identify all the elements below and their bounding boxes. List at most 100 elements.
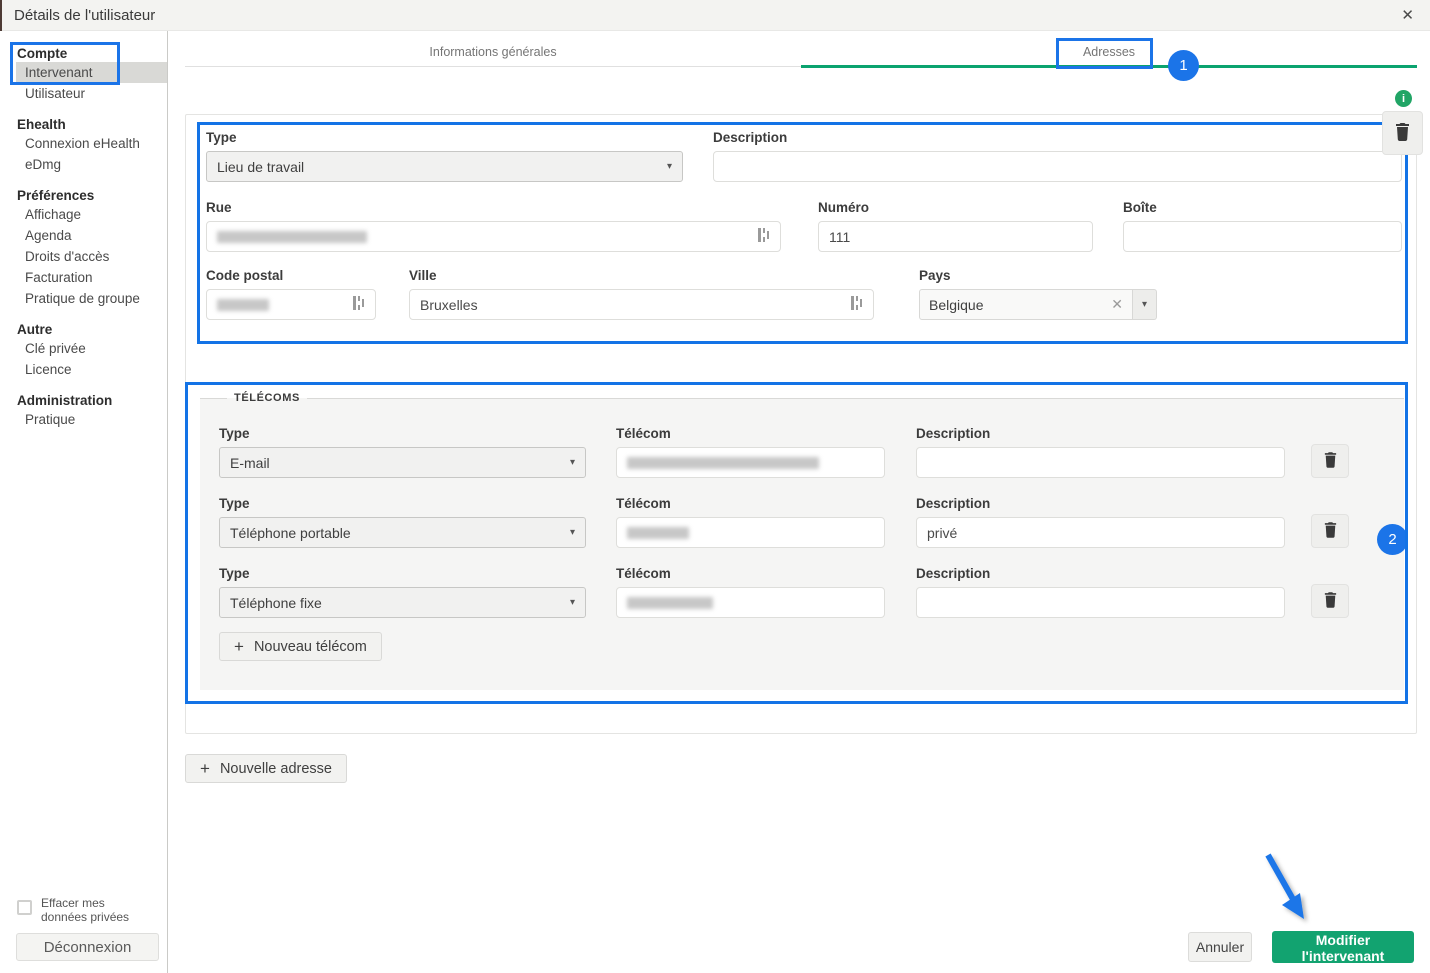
sidebar-header-administration: Administration bbox=[0, 392, 167, 409]
chevron-down-icon: ▾ bbox=[570, 527, 575, 538]
redacted-landline-value bbox=[627, 597, 713, 609]
sidebar-item-droits-acces[interactable]: Droits d'accès bbox=[0, 246, 167, 267]
tab-informations-generales[interactable]: Informations générales bbox=[185, 38, 801, 66]
postal-code-field[interactable] bbox=[206, 289, 376, 320]
telecom-description-label: Description bbox=[916, 496, 1285, 512]
sidebar-section-administration: Administration Pratique bbox=[0, 392, 167, 430]
sidebar-item-licence[interactable]: Licence bbox=[0, 359, 167, 380]
number-field[interactable] bbox=[818, 221, 1093, 252]
telecom-description-field[interactable] bbox=[916, 517, 1285, 548]
sidebar-item-intervenant[interactable]: Intervenant bbox=[0, 62, 167, 83]
delete-telecom-button[interactable] bbox=[1311, 444, 1349, 478]
address-lookup-icon[interactable] bbox=[758, 227, 770, 246]
telecom-description-input[interactable] bbox=[927, 455, 1274, 471]
telecom-value-field[interactable] bbox=[616, 587, 885, 618]
telecom-row: Type Téléphone portable ▾ Télécom Des bbox=[219, 496, 1385, 548]
new-telecom-label: Nouveau télécom bbox=[254, 639, 367, 655]
close-icon[interactable]: ✕ bbox=[1401, 6, 1414, 24]
sidebar-item-utilisateur[interactable]: Utilisateur bbox=[0, 83, 167, 104]
sidebar-item-cle-privee[interactable]: Clé privée bbox=[0, 338, 167, 359]
sidebar-item-facturation[interactable]: Facturation bbox=[0, 267, 167, 288]
address-card: Type Lieu de travail ▾ Description Rue bbox=[185, 114, 1417, 734]
sidebar-header-compte: Compte bbox=[0, 45, 167, 62]
address-description-field[interactable] bbox=[713, 151, 1402, 182]
telecom-type-select-email[interactable]: E-mail ▾ bbox=[219, 447, 586, 478]
telecom-row: Type Téléphone fixe ▾ Télécom Descrip bbox=[219, 566, 1385, 618]
address-type-select[interactable]: Lieu de travail ▾ bbox=[206, 151, 683, 182]
address-type-label: Type bbox=[206, 130, 683, 146]
settings-sidebar: Compte Intervenant Utilisateur Ehealth C… bbox=[0, 31, 168, 973]
telecom-value-label: Télécom bbox=[616, 566, 885, 582]
sidebar-section-compte: Compte Intervenant Utilisateur bbox=[0, 45, 167, 104]
box-input[interactable] bbox=[1134, 229, 1391, 245]
city-label: Ville bbox=[409, 268, 874, 284]
city-field[interactable] bbox=[409, 289, 874, 320]
sidebar-footer: Effacer mes données privées Déconnexion bbox=[0, 896, 167, 961]
sidebar-item-edmg[interactable]: eDmg bbox=[0, 154, 167, 175]
telecom-row: Type E-mail ▾ Télécom Description bbox=[219, 426, 1385, 478]
telecoms-section: TÉLÉCOMS Type E-mail ▾ Télécom bbox=[200, 392, 1404, 690]
annotation-badge-1: 1 bbox=[1168, 50, 1199, 81]
sidebar-section-preferences: Préférences Affichage Agenda Droits d'ac… bbox=[0, 187, 167, 309]
street-field[interactable] bbox=[206, 221, 781, 252]
address-description-input[interactable] bbox=[724, 159, 1391, 175]
sidebar-item-connexion-ehealth[interactable]: Connexion eHealth bbox=[0, 133, 167, 154]
delete-address-button[interactable] bbox=[1382, 111, 1423, 155]
new-telecom-button[interactable]: + Nouveau télécom bbox=[219, 632, 382, 661]
telecom-description-label: Description bbox=[916, 566, 1285, 582]
redacted-postal-code-value bbox=[217, 299, 269, 311]
telecom-description-input[interactable] bbox=[927, 525, 1274, 541]
telecom-type-value: Téléphone portable bbox=[230, 525, 351, 541]
delete-telecom-button[interactable] bbox=[1311, 584, 1349, 618]
trash-icon bbox=[1395, 123, 1410, 144]
cancel-button[interactable]: Annuler bbox=[1188, 932, 1252, 962]
telecom-value-label: Télécom bbox=[616, 426, 885, 442]
sidebar-header-ehealth: Ehealth bbox=[0, 116, 167, 133]
sidebar-header-autre: Autre bbox=[0, 321, 167, 338]
sidebar-item-affichage[interactable]: Affichage bbox=[0, 204, 167, 225]
dialog-titlebar: Détails de l'utilisateur ✕ bbox=[0, 0, 1430, 31]
delete-telecom-button[interactable] bbox=[1311, 514, 1349, 548]
clear-icon[interactable]: ✕ bbox=[1111, 296, 1123, 313]
window-edge-strip bbox=[0, 0, 2, 31]
sidebar-item-agenda[interactable]: Agenda bbox=[0, 225, 167, 246]
country-value: Belgique bbox=[929, 297, 1111, 313]
user-details-dialog: Détails de l'utilisateur ✕ Compte Interv… bbox=[0, 0, 1430, 973]
sidebar-section-autre: Autre Clé privée Licence bbox=[0, 321, 167, 380]
logout-button[interactable]: Déconnexion bbox=[16, 933, 159, 961]
telecom-type-label: Type bbox=[219, 496, 586, 512]
telecom-value-field[interactable] bbox=[616, 447, 885, 478]
telecom-type-label: Type bbox=[219, 566, 586, 582]
telecom-type-select-landline[interactable]: Téléphone fixe ▾ bbox=[219, 587, 586, 618]
info-icon[interactable]: i bbox=[1395, 90, 1412, 107]
country-dropdown-button[interactable]: ▾ bbox=[1133, 289, 1157, 320]
trash-icon bbox=[1324, 592, 1337, 611]
clear-private-data-label: Effacer mes données privées bbox=[41, 896, 153, 924]
telecom-type-select-mobile[interactable]: Téléphone portable ▾ bbox=[219, 517, 586, 548]
telecom-description-field[interactable] bbox=[916, 447, 1285, 478]
tab-bar: Informations générales Adresses bbox=[185, 38, 1417, 67]
sidebar-item-pratique-de-groupe[interactable]: Pratique de groupe bbox=[0, 288, 167, 309]
chevron-down-icon: ▾ bbox=[1142, 299, 1147, 310]
telecom-description-field[interactable] bbox=[916, 587, 1285, 618]
modify-intervenant-button[interactable]: Modifier l'intervenant bbox=[1272, 931, 1414, 963]
main-content: Informations générales Adresses 1 i Type… bbox=[168, 31, 1430, 973]
new-address-button[interactable]: + Nouvelle adresse bbox=[185, 754, 347, 783]
chevron-down-icon: ▾ bbox=[570, 597, 575, 608]
tab-adresses[interactable]: Adresses bbox=[801, 38, 1417, 66]
sidebar-item-pratique[interactable]: Pratique bbox=[0, 409, 167, 430]
number-input[interactable] bbox=[829, 229, 1082, 245]
telecom-value-field[interactable] bbox=[616, 517, 885, 548]
telecom-description-input[interactable] bbox=[927, 595, 1274, 611]
country-field[interactable]: Belgique ✕ bbox=[919, 289, 1133, 320]
annotation-arrow bbox=[1256, 849, 1326, 939]
box-field[interactable] bbox=[1123, 221, 1402, 252]
chevron-down-icon: ▾ bbox=[667, 161, 672, 172]
trash-icon bbox=[1324, 452, 1337, 471]
city-input[interactable] bbox=[420, 297, 851, 313]
telecom-description-label: Description bbox=[916, 426, 1285, 442]
country-combo: Belgique ✕ ▾ bbox=[919, 289, 1157, 320]
postal-lookup-icon[interactable] bbox=[353, 295, 365, 314]
clear-private-data-checkbox[interactable] bbox=[17, 900, 32, 915]
city-lookup-icon[interactable] bbox=[851, 295, 863, 314]
